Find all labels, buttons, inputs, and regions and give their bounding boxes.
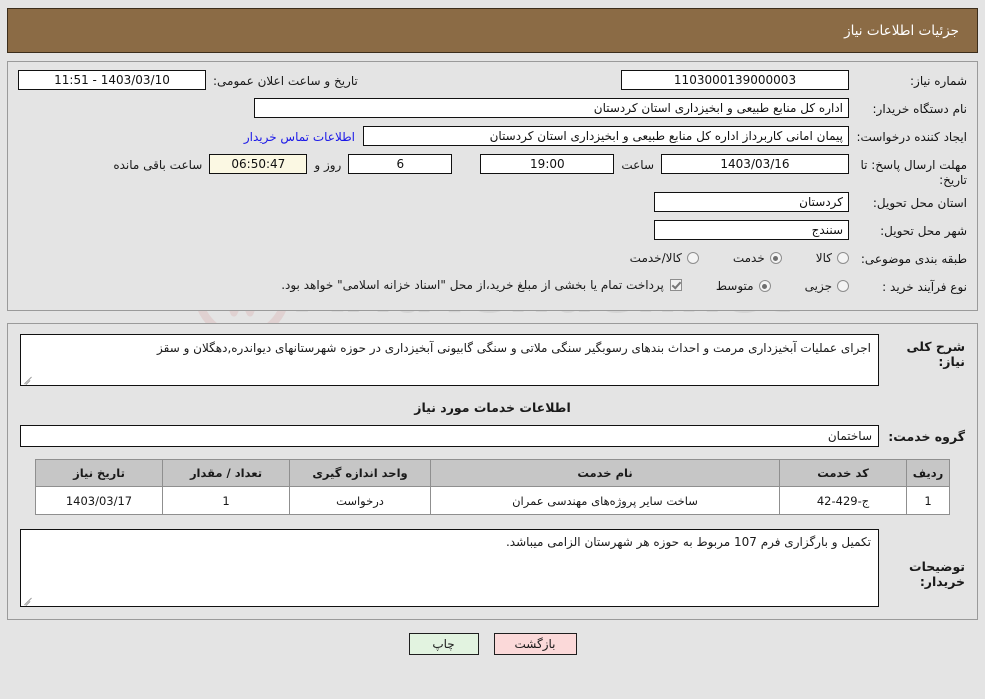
table-header-row: ردیف کد خدمت نام خدمت واحد اندازه گیری ت…: [35, 459, 950, 487]
deadline-hour-value[interactable]: 19:00: [480, 154, 615, 174]
city-value[interactable]: سنندج: [654, 220, 849, 240]
category-option-label: خدمت: [732, 251, 765, 265]
row-category: طبقه بندی موضوعی: کالا خدمت کالا/خدمت: [18, 248, 967, 272]
buyer-org-label: نام دستگاه خریدار:: [872, 102, 968, 116]
services-section-title: اطلاعات خدمات مورد نیاز: [414, 400, 571, 415]
checkbox-icon-checked[interactable]: [669, 279, 682, 291]
row-need-number: شماره نیاز: 1103000139000003 تاریخ و ساع…: [18, 70, 967, 94]
province-label: استان محل تحویل:: [872, 196, 967, 210]
cell-date: 1403/03/17: [35, 486, 163, 515]
row-buyer-org: نام دستگاه خریدار: اداره کل منابع طبیعی …: [18, 98, 967, 122]
remaining-time-value: 06:50:47: [209, 154, 308, 174]
radio-icon[interactable]: [837, 252, 849, 264]
city-label: شهر محل تحویل:: [880, 224, 967, 238]
service-group-label: گروه خدمت:: [888, 428, 965, 444]
col-header-code: کد خدمت: [779, 459, 907, 487]
process-option-jozei[interactable]: جزیی: [805, 279, 849, 293]
description-value: اجرای عملیات آبخیزداری مرمت و احداث بنده…: [157, 341, 871, 355]
cell-radif: 1: [906, 486, 950, 515]
footer-button-bar: بازگشت چاپ: [0, 633, 985, 655]
announce-value[interactable]: 1403/03/10 - 11:51: [18, 70, 206, 90]
radio-icon[interactable]: [686, 252, 699, 264]
row-province: استان محل تحویل: کردستان: [18, 192, 967, 216]
category-radio-group: کالا خدمت کالا/خدمت: [596, 248, 849, 265]
row-process-type: نوع فرآیند خرید : جزیی متوسط پرداخت تمام…: [18, 276, 967, 300]
deadline-label: مهلت ارسال پاسخ: تا تاریخ:: [860, 158, 967, 187]
buyer-contact-link[interactable]: اطلاعات تماس خریدار: [236, 126, 363, 144]
buyer-notes-value: تکمیل و بارگزاری فرم 107 مربوط به حوزه ه…: [505, 535, 871, 549]
table-row: 1 ج-429-42 ساخت سایر پروژه‌های مهندسی عم…: [35, 486, 950, 515]
category-option-khedmat[interactable]: خدمت: [733, 251, 782, 265]
need-body-panel: شرح کلی نیاز: اجرای عملیات آبخیزداری مرم…: [7, 323, 978, 620]
buyer-notes-textarea[interactable]: تکمیل و بارگزاری فرم 107 مربوط به حوزه ه…: [20, 529, 879, 607]
page-header: جزئیات اطلاعات نیاز: [7, 8, 978, 53]
row-city: شهر محل تحویل: سنندج: [18, 220, 967, 244]
remaining-days-value[interactable]: 6: [348, 154, 453, 174]
process-radio-group: جزیی متوسط: [682, 276, 849, 293]
buyer-notes-label: توضیحات خریدار:: [909, 559, 965, 589]
back-button[interactable]: بازگشت: [493, 633, 577, 655]
cell-qty: 1: [162, 486, 290, 515]
creator-value[interactable]: پیمان امانی کاربرداز اداره کل منابع طبیع…: [363, 126, 849, 146]
service-group-value[interactable]: ساختمان: [20, 425, 879, 447]
col-header-qty: تعداد / مقدار: [162, 459, 290, 487]
col-header-unit: واحد اندازه گیری: [289, 459, 431, 487]
deadline-date-value[interactable]: 1403/03/16: [661, 154, 849, 174]
services-table: ردیف کد خدمت نام خدمت واحد اندازه گیری ت…: [35, 459, 950, 515]
process-option-motavaset[interactable]: متوسط: [716, 279, 771, 293]
resize-handle-icon[interactable]: [24, 374, 33, 383]
service-group-row: گروه خدمت: ساختمان: [20, 425, 965, 447]
days-label: روز و: [314, 158, 342, 172]
buyer-org-value[interactable]: اداره کل منابع طبیعی و ابخیزداری استان ک…: [254, 98, 849, 118]
cell-code: ج-429-42: [779, 486, 907, 515]
cell-unit: درخواست: [289, 486, 431, 515]
buyer-notes-row: توضیحات خریدار: تکمیل و بارگزاری فرم 107…: [20, 529, 965, 607]
treasury-text: پرداخت تمام یا بخشی از مبلغ خرید،از محل …: [281, 278, 664, 292]
description-row: شرح کلی نیاز: اجرای عملیات آبخیزداری مرم…: [20, 334, 965, 386]
need-info-panel: شماره نیاز: 1103000139000003 تاریخ و ساع…: [7, 61, 978, 311]
row-creator: ایجاد کننده درخواست: پیمان امانی کاربردا…: [18, 126, 967, 150]
cell-name: ساخت سایر پروژه‌های مهندسی عمران: [430, 486, 780, 515]
category-option-kala-khedmat[interactable]: کالا/خدمت: [630, 251, 699, 265]
category-label: طبقه بندی موضوعی:: [860, 252, 967, 266]
row-deadline: مهلت ارسال پاسخ: تا تاریخ: 1403/03/16 سا…: [18, 154, 967, 188]
need-number-value[interactable]: 1103000139000003: [621, 70, 849, 90]
radio-icon-selected[interactable]: [758, 280, 771, 292]
hour-label: ساعت: [621, 158, 654, 172]
print-button[interactable]: چاپ: [408, 633, 479, 655]
radio-icon[interactable]: [837, 280, 849, 292]
category-option-label: کالا: [815, 251, 832, 265]
description-label: شرح کلی نیاز:: [906, 339, 965, 369]
category-option-label: کالا/خدمت: [629, 251, 682, 265]
col-header-name: نام خدمت: [430, 459, 780, 487]
province-value[interactable]: کردستان: [654, 192, 849, 212]
page-title: جزئیات اطلاعات نیاز: [844, 22, 959, 39]
radio-icon-selected[interactable]: [769, 252, 782, 264]
description-textarea[interactable]: اجرای عملیات آبخیزداری مرمت و احداث بنده…: [20, 334, 879, 386]
process-option-label: متوسط: [715, 279, 754, 293]
col-header-date: تاریخ نیاز: [35, 459, 163, 487]
resize-handle-icon[interactable]: [24, 595, 33, 604]
treasury-checkbox-row[interactable]: پرداخت تمام یا بخشی از مبلغ خرید،از محل …: [281, 276, 682, 292]
process-option-label: جزیی: [804, 279, 832, 293]
need-number-label: شماره نیاز:: [910, 74, 967, 88]
announce-label: تاریخ و ساعت اعلان عمومی:: [213, 74, 358, 88]
process-label: نوع فرآیند خرید :: [882, 280, 967, 294]
category-option-kala[interactable]: کالا: [816, 251, 849, 265]
creator-label: ایجاد کننده درخواست:: [856, 130, 967, 144]
col-header-radif: ردیف: [906, 459, 950, 487]
remaining-label: ساعت باقی مانده: [113, 158, 203, 172]
